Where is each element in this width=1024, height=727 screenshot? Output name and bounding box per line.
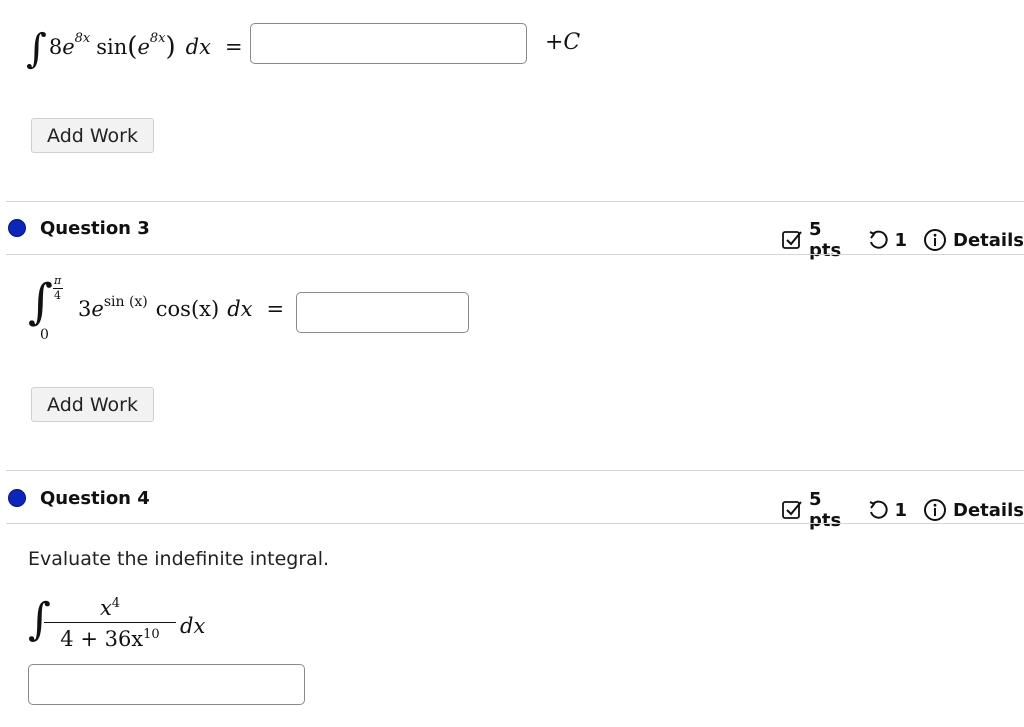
question-meta: 5 pts 1 Details: [781, 489, 1024, 531]
paren-open: (: [127, 32, 138, 62]
numerator: x4: [44, 596, 176, 620]
question-title: Question 3: [40, 218, 150, 239]
info-icon[interactable]: [923, 498, 947, 522]
denominator-exp: 10: [143, 627, 160, 642]
integrand-inner-exp: 8x: [149, 30, 166, 46]
question-status-dot: [8, 219, 26, 237]
fraction-bar: [44, 622, 176, 623]
coef: 3: [78, 297, 92, 321]
numerator-base: x: [99, 596, 112, 620]
indefinite-integral-expression: ∫ x4 4 + 36x10 dx: [28, 592, 228, 662]
paren-close: ): [165, 32, 176, 62]
checkbox-icon: [781, 499, 803, 521]
divider: [6, 523, 1024, 524]
points-label: 5 pts: [809, 489, 842, 531]
answer-input-q3[interactable]: [296, 292, 469, 333]
integrand-func: sin: [96, 35, 128, 59]
divider: [6, 470, 1024, 471]
fraction: x4 4 + 36x10: [44, 596, 176, 651]
plus-c: +C: [545, 30, 581, 55]
integrand-group: 3 e sin (x) cos(x) dx =: [78, 294, 285, 321]
lower-limit: 0: [40, 327, 49, 343]
equals-sign: =: [224, 35, 243, 59]
integral-expression-q2: ∫ 8 e 8x sin ( e 8x ) dx =: [26, 22, 243, 72]
denominator: 4 + 36x10: [44, 627, 176, 651]
exponent: sin (x): [103, 294, 148, 310]
equals-sign: =: [266, 297, 285, 321]
cos-term: cos(x): [155, 297, 220, 321]
divider: [6, 201, 1024, 202]
question-status-dot: [8, 489, 26, 507]
details-link[interactable]: Details: [953, 500, 1024, 521]
integral-sign: ∫: [26, 26, 47, 72]
answer-input-q4[interactable]: [28, 664, 305, 705]
question-title: Question 4: [40, 488, 150, 509]
retries-count: 1: [894, 229, 908, 251]
numerator-exp: 4: [111, 596, 121, 611]
differential: dx: [227, 297, 253, 321]
base: e: [91, 297, 104, 321]
upper-limit-den: 4: [54, 289, 61, 302]
info-icon[interactable]: [923, 228, 947, 252]
integrand-base: e: [62, 35, 75, 59]
differential: dx: [180, 614, 206, 638]
details-link[interactable]: Details: [953, 230, 1024, 251]
retry-icon: [867, 229, 889, 251]
answer-input-q2[interactable]: [250, 23, 527, 64]
add-work-button-q2[interactable]: Add Work: [31, 118, 154, 153]
retries-count: 1: [894, 499, 908, 521]
denominator-base: 4 + 36x: [60, 627, 144, 651]
integrand-inner-base: e: [137, 35, 150, 59]
question-prompt: Evaluate the indefinite integral.: [28, 548, 330, 570]
differential: dx: [185, 35, 211, 59]
integrand-exp: 8x: [74, 30, 91, 46]
divider: [6, 254, 1024, 255]
upper-limit-num: π: [54, 274, 62, 287]
checkbox-icon: [781, 229, 803, 251]
integrand-coef: 8: [48, 35, 63, 59]
add-work-button-q3[interactable]: Add Work: [31, 387, 154, 422]
integral-sign: ∫: [28, 274, 54, 330]
retry-icon: [867, 499, 889, 521]
